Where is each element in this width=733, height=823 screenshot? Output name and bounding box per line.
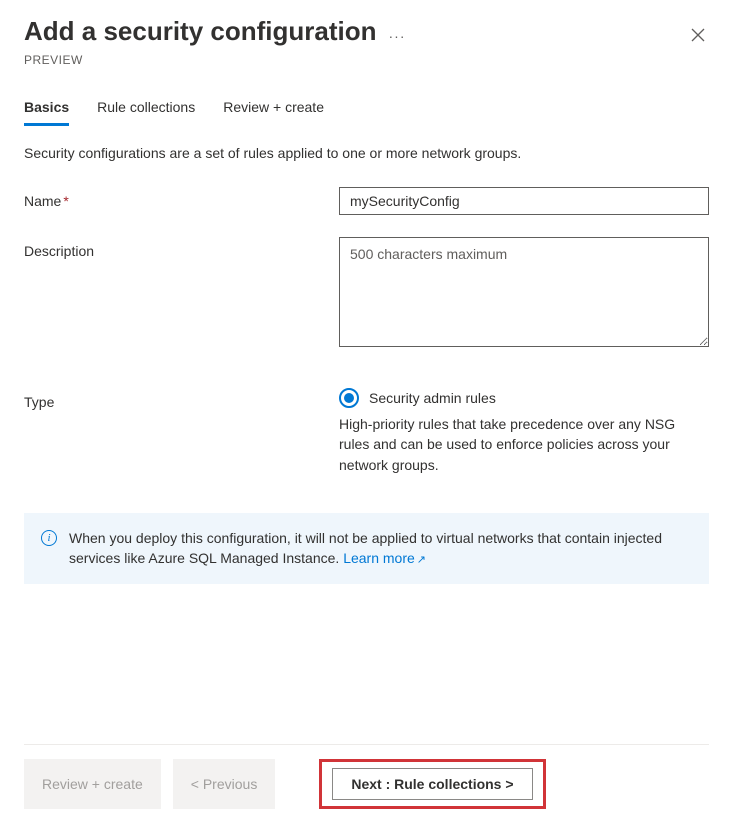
type-option-description: High-priority rules that take precedence… (339, 414, 709, 475)
close-icon (691, 28, 705, 42)
required-indicator: * (63, 193, 68, 209)
info-box: i When you deploy this configuration, it… (24, 513, 709, 584)
preview-label: PREVIEW (24, 53, 709, 67)
type-radio-security-admin[interactable] (339, 388, 359, 408)
name-input[interactable] (339, 187, 709, 215)
name-label: Name* (24, 187, 339, 209)
tab-review-create[interactable]: Review + create (223, 91, 324, 126)
page-title: Add a security configuration (24, 16, 377, 47)
info-icon: i (41, 530, 57, 546)
footer: Review + create < Previous Next : Rule c… (24, 744, 709, 823)
previous-button[interactable]: < Previous (173, 759, 276, 809)
type-label: Type (24, 388, 339, 410)
more-icon[interactable]: ··· (389, 28, 406, 44)
close-button[interactable] (687, 22, 709, 51)
radio-selected-icon (344, 393, 354, 403)
description-label: Description (24, 237, 339, 259)
info-text: When you deploy this configuration, it w… (69, 528, 692, 569)
review-create-button[interactable]: Review + create (24, 759, 161, 809)
tabs: Basics Rule collections Review + create (24, 91, 709, 127)
description-textarea[interactable] (339, 237, 709, 347)
tab-rule-collections[interactable]: Rule collections (97, 91, 195, 126)
next-button[interactable]: Next : Rule collections > (332, 768, 532, 800)
type-option-label: Security admin rules (369, 390, 496, 406)
external-link-icon: ↗ (417, 554, 426, 566)
learn-more-link[interactable]: Learn more↗ (343, 550, 426, 566)
highlight-box: Next : Rule collections > (319, 759, 545, 809)
tab-basics[interactable]: Basics (24, 91, 69, 126)
intro-text: Security configurations are a set of rul… (24, 145, 709, 161)
